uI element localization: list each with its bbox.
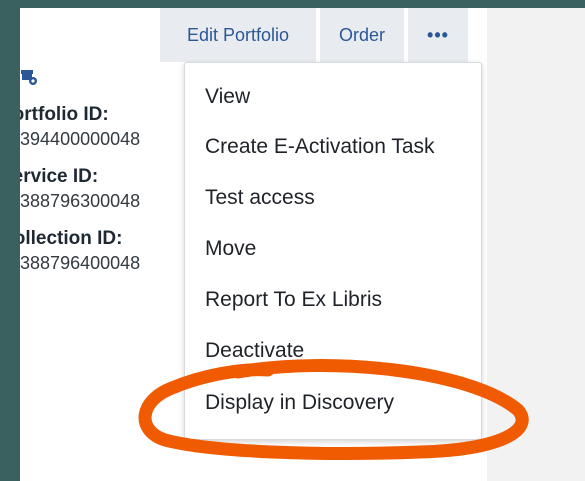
- portfolio-settings-icon: [21, 70, 37, 85]
- menu-item-view[interactable]: View: [205, 85, 250, 109]
- left-sidebar-strip: [0, 0, 20, 481]
- portfolio-info: Portfolio ID: 53394400000048 Service ID:…: [20, 68, 182, 298]
- service-id-value: 52388796300048: [20, 191, 141, 211]
- menu-item-test-access[interactable]: Test access: [205, 186, 315, 210]
- right-pane: [487, 8, 585, 481]
- portfolio-toolbar: Edit Portfolio Order •••: [160, 8, 468, 62]
- portfolio-id-label: Portfolio ID:: [20, 104, 109, 125]
- more-actions-button[interactable]: •••: [408, 8, 468, 62]
- portfolio-id-value: 53394400000048: [20, 129, 141, 149]
- menu-item-deactivate[interactable]: Deactivate: [205, 339, 304, 363]
- edit-portfolio-button[interactable]: Edit Portfolio: [160, 8, 316, 62]
- menu-item-move[interactable]: Move: [205, 237, 256, 261]
- order-button[interactable]: Order: [320, 8, 404, 62]
- actions-dropdown-menu: View Create E-Activation Task Test acces…: [184, 62, 482, 440]
- collection-id-value: 61388796400048: [20, 253, 141, 273]
- collection-id-label: Collection ID:: [20, 228, 123, 249]
- service-id-label: Service ID:: [20, 166, 99, 187]
- top-bar-strip: [0, 0, 585, 8]
- menu-item-report-to-ex-libris[interactable]: Report To Ex Libris: [205, 288, 382, 312]
- menu-item-display-in-discovery[interactable]: Display in Discovery: [205, 391, 394, 415]
- menu-item-create-e-activation-task[interactable]: Create E-Activation Task: [205, 135, 435, 159]
